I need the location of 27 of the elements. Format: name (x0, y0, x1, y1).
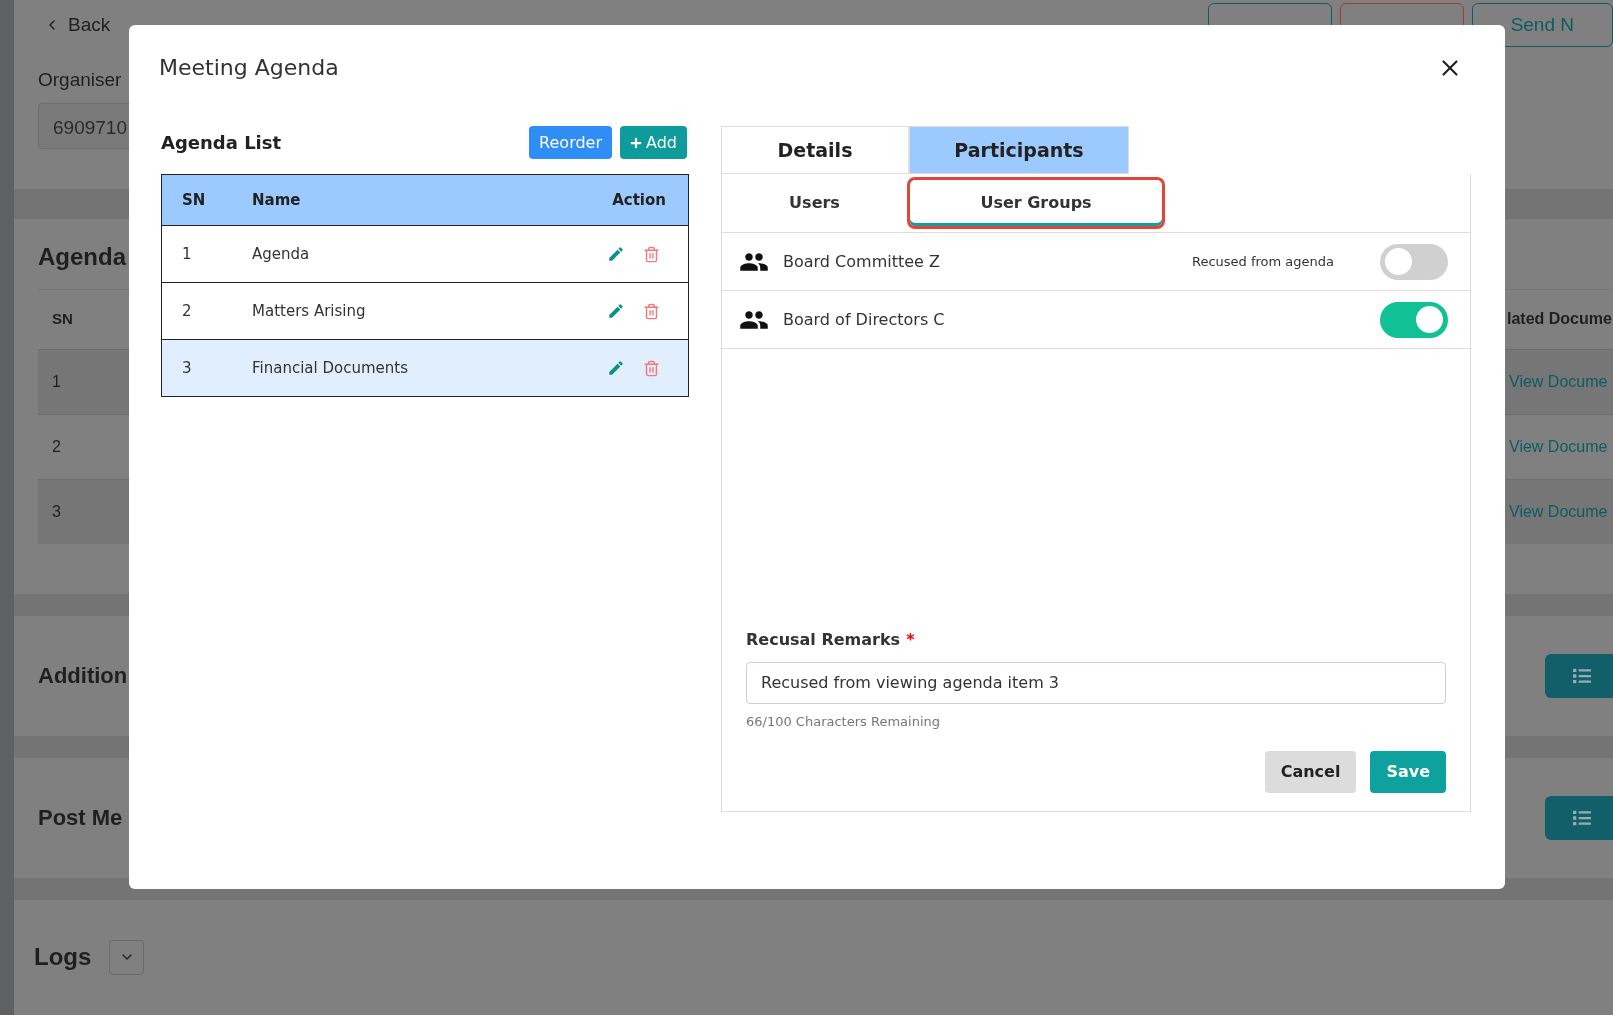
column-header: Action (612, 189, 667, 211)
table-cell-text: Matters Arising (252, 300, 367, 322)
column-header: Name (252, 189, 302, 211)
table-cell-text: 3 (52, 501, 61, 522)
section-title: Logs (34, 942, 92, 973)
column-header: SN (181, 189, 207, 211)
table-cell-text: 2 (181, 300, 193, 322)
section-title: Agenda (38, 241, 126, 272)
section-title: Addition (38, 662, 128, 690)
recusal-note: Recused from agenda (1191, 252, 1334, 271)
table-cell-text: 1 (181, 243, 193, 265)
field-label: Recusal Remarks (746, 628, 901, 651)
required-mark: * (906, 628, 915, 651)
table-cell-text: 2 (52, 436, 61, 457)
organiser-label: Organiser (38, 68, 122, 92)
group-name: Board Committee Z (783, 250, 941, 273)
character-counter: 66/100 Characters Remaining (746, 712, 941, 731)
table-cell-text: 1 (52, 371, 61, 392)
table-cell-text: Agenda (252, 243, 311, 265)
group-name: Board of Directors C (783, 308, 946, 331)
section-title: Post Me (38, 804, 123, 832)
dialog-title: Meeting Agenda (159, 54, 339, 82)
column-header: SN (52, 308, 73, 329)
column-header: lated Docume (1507, 310, 1612, 327)
table-cell-text: Financial Documents (252, 357, 409, 379)
panel-title: Agenda List (161, 131, 282, 155)
table-cell-text: 3 (181, 357, 193, 379)
